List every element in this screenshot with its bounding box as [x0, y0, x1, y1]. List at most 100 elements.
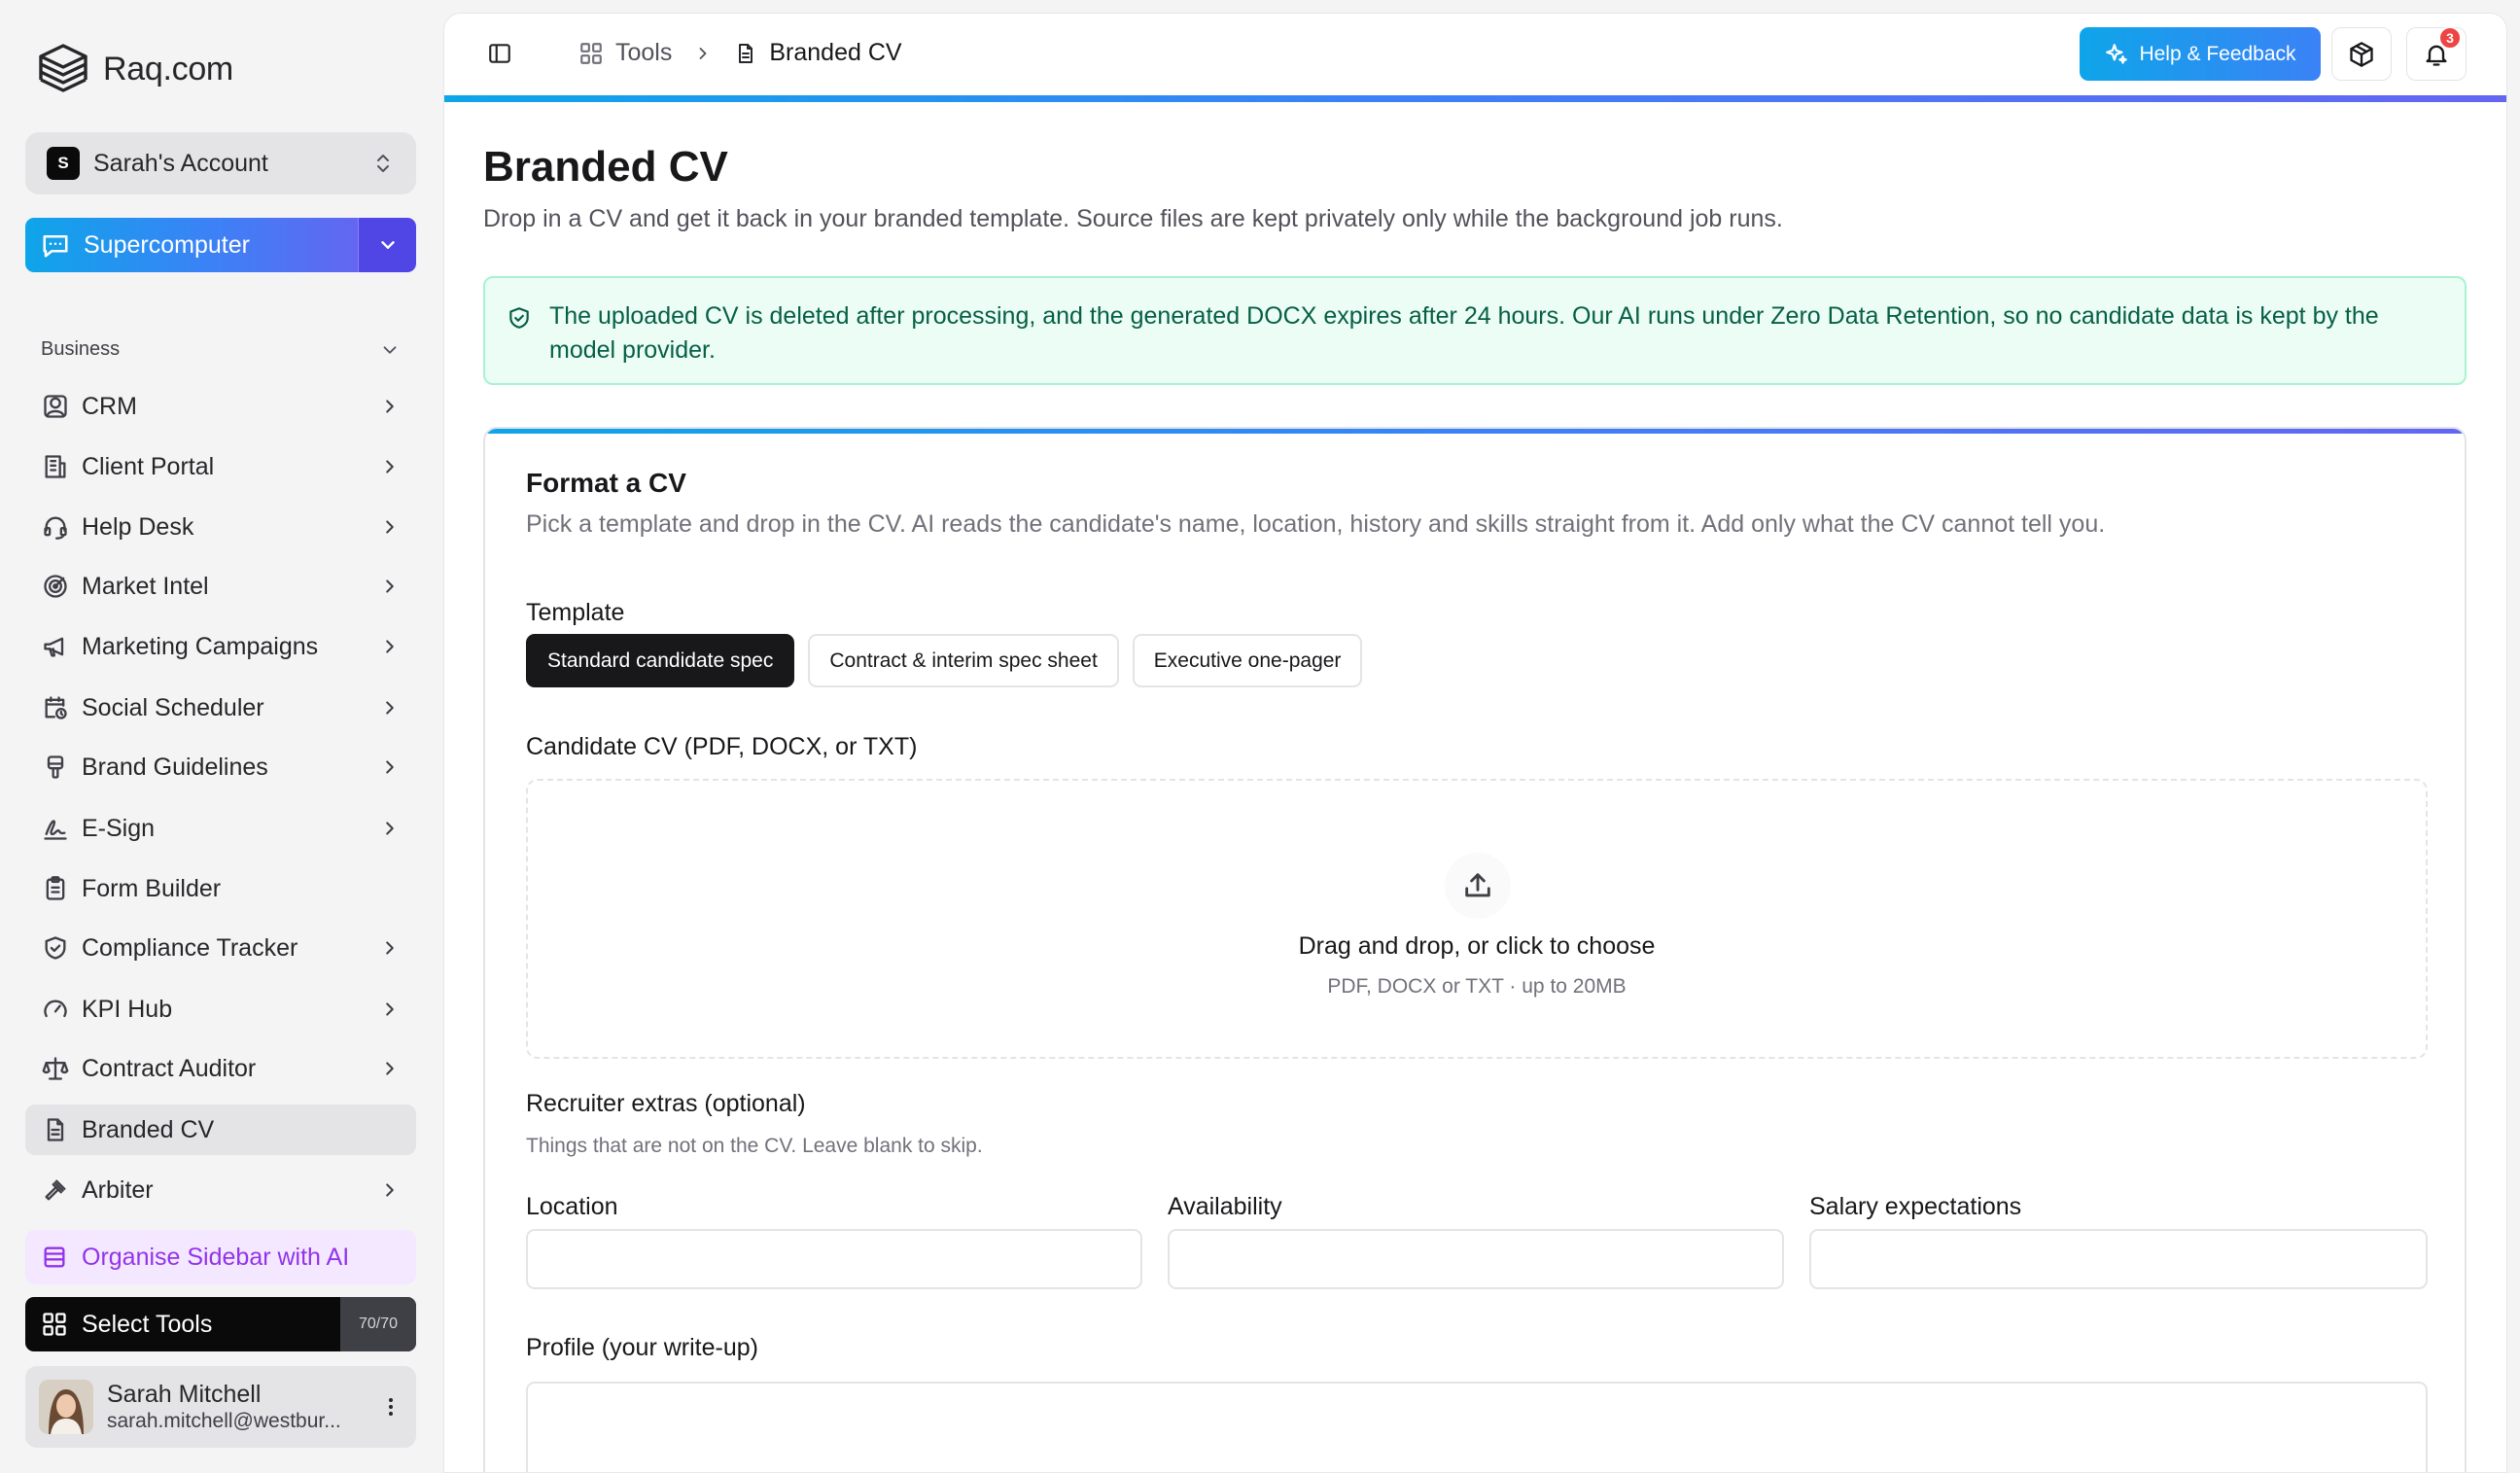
sidebar-item-crm[interactable]: CRM — [25, 381, 416, 432]
top-progress-bar — [444, 95, 2506, 102]
brand-logo[interactable]: Raq.com — [35, 41, 233, 97]
scale-icon — [41, 1054, 70, 1083]
supercomputer-main[interactable]: Supercomputer — [25, 218, 358, 272]
chevron-right-icon — [379, 516, 401, 538]
package-icon — [2348, 41, 2375, 68]
page-title: Branded CV — [483, 143, 728, 191]
sidebar-item-compliance-tracker[interactable]: Compliance Tracker — [25, 923, 416, 973]
sidebar-item-branded-cv[interactable]: Branded CV — [25, 1105, 416, 1155]
more-vertical-icon[interactable] — [379, 1395, 402, 1419]
chevron-right-icon — [379, 1058, 401, 1079]
availability-input[interactable] — [1168, 1229, 1784, 1289]
breadcrumb-tools-link[interactable]: Tools — [615, 39, 672, 67]
breadcrumb: Tools Branded CV — [578, 39, 902, 67]
chevrons-up-down-icon — [371, 152, 395, 175]
cv-upload-label: Candidate CV (PDF, DOCX, or TXT) — [526, 733, 918, 760]
radar-icon — [41, 572, 70, 601]
grid-icon — [41, 1311, 68, 1338]
breadcrumb-current: Branded CV — [769, 39, 902, 66]
profile-label: Profile (your write-up) — [526, 1334, 758, 1361]
card-accent-bar — [485, 429, 2465, 434]
select-tools-button[interactable]: Select Tools 70/70 — [25, 1297, 416, 1351]
file-text-icon — [734, 42, 757, 65]
user-email: sarah.mitchell@westbur... — [107, 1410, 341, 1432]
help-feedback-button[interactable]: Help & Feedback — [2080, 27, 2321, 81]
account-avatar: S — [47, 147, 80, 180]
chevron-down-icon — [379, 339, 401, 361]
sidebar: Raq.com S Sarah's Account Supercomputer — [0, 0, 443, 1473]
chevron-right-icon — [693, 44, 713, 63]
clipboard-icon — [41, 874, 70, 903]
chevron-right-icon — [379, 999, 401, 1020]
page-subtitle: Drop in a CV and get it back in your bra… — [483, 205, 1783, 232]
sidebar-item-arbiter[interactable]: Arbiter — [25, 1165, 416, 1215]
sidebar-item-label: Compliance Tracker — [82, 933, 298, 962]
sidebar-item-contract-auditor[interactable]: Contract Auditor — [25, 1043, 416, 1094]
sidebar-item-label: Help Desk — [82, 512, 194, 541]
sidebar-item-social-scheduler[interactable]: Social Scheduler — [25, 683, 416, 733]
salary-input[interactable] — [1809, 1229, 2428, 1289]
chevron-right-icon — [379, 937, 401, 959]
sidebar-item-help-desk[interactable]: Help Desk — [25, 502, 416, 552]
headset-icon — [41, 512, 70, 542]
chevron-right-icon — [379, 396, 401, 417]
select-tools-label: Select Tools — [82, 1310, 213, 1338]
organise-label: Organise Sidebar with AI — [82, 1243, 350, 1271]
signature-icon — [41, 814, 70, 843]
calendar-clock-icon — [41, 693, 70, 722]
sparkles-icon — [2104, 42, 2129, 67]
chevron-down-icon — [377, 234, 399, 256]
account-name: Sarah's Account — [93, 149, 268, 177]
salary-label: Salary expectations — [1809, 1193, 2022, 1220]
file-text-icon — [41, 1115, 70, 1144]
format-cv-card: Format a CV Pick a template and drop in … — [483, 427, 2467, 1472]
upload-icon — [1445, 853, 1511, 919]
profile-textarea[interactable] — [526, 1382, 2428, 1472]
tools-count-badge: 70/70 — [340, 1297, 416, 1351]
sidebar-item-brand-guidelines[interactable]: Brand Guidelines — [25, 742, 416, 792]
sidebar-item-kpi-hub[interactable]: KPI Hub — [25, 984, 416, 1035]
sidebar-group-business[interactable]: Business — [41, 338, 401, 361]
gauge-icon — [41, 995, 70, 1024]
user-profile-card[interactable]: Sarah Mitchell sarah.mitchell@westbur... — [25, 1366, 416, 1448]
cv-dropzone[interactable]: Drag and drop, or click to choose PDF, D… — [526, 779, 2428, 1059]
supercomputer-button[interactable]: Supercomputer — [25, 218, 416, 272]
chevron-right-icon — [379, 576, 401, 597]
chevron-right-icon — [379, 636, 401, 657]
brand-name: Raq.com — [103, 50, 233, 88]
sidebar-item-market-intel[interactable]: Market Intel — [25, 561, 416, 612]
chevron-right-icon — [379, 818, 401, 839]
sidebar-item-client-portal[interactable]: Client Portal — [25, 441, 416, 492]
sidebar-group-label: Business — [41, 338, 121, 360]
chevron-right-icon — [379, 456, 401, 477]
account-switcher[interactable]: S Sarah's Account — [25, 132, 416, 194]
supercomputer-label: Supercomputer — [84, 230, 250, 259]
template-option-contract[interactable]: Contract & interim spec sheet — [808, 634, 1119, 687]
package-button[interactable] — [2331, 27, 2392, 81]
availability-label: Availability — [1168, 1193, 1282, 1220]
sidebar-item-e-sign[interactable]: E-Sign — [25, 803, 416, 854]
sidebar-item-form-builder[interactable]: Form Builder — [25, 863, 416, 914]
sidebar-item-label: E-Sign — [82, 814, 156, 842]
sidebar-item-label: Marketing Campaigns — [82, 632, 319, 660]
notifications-button[interactable]: 3 — [2406, 26, 2467, 81]
sidebar-toggle-icon[interactable] — [487, 41, 512, 66]
sidebar-item-label: Arbiter — [82, 1175, 154, 1204]
organise-sidebar-button[interactable]: Organise Sidebar with AI — [25, 1230, 416, 1284]
sidebar-item-marketing-campaigns[interactable]: Marketing Campaigns — [25, 621, 416, 672]
chevron-right-icon — [379, 756, 401, 778]
card-subtitle: Pick a template and drop in the CV. AI r… — [526, 510, 2106, 538]
supercomputer-dropdown[interactable] — [358, 218, 416, 272]
chevron-right-icon — [379, 697, 401, 719]
sidebar-item-label: Branded CV — [82, 1115, 215, 1143]
template-option-standard[interactable]: Standard candidate spec — [526, 634, 795, 687]
top-bar: Tools Branded CV Help & Feedback 3 — [444, 14, 2506, 95]
template-option-executive[interactable]: Executive one-pager — [1132, 634, 1363, 687]
privacy-notice-text: The uploaded CV is deleted after process… — [549, 302, 2379, 364]
template-selector: Standard candidate spec Contract & inter… — [526, 634, 1363, 687]
megaphone-icon — [41, 632, 70, 661]
dropzone-title: Drag and drop, or click to choose — [1298, 932, 1656, 960]
raq-logo-icon — [35, 41, 91, 97]
location-input[interactable] — [526, 1229, 1142, 1289]
sidebar-item-label: CRM — [82, 392, 137, 420]
